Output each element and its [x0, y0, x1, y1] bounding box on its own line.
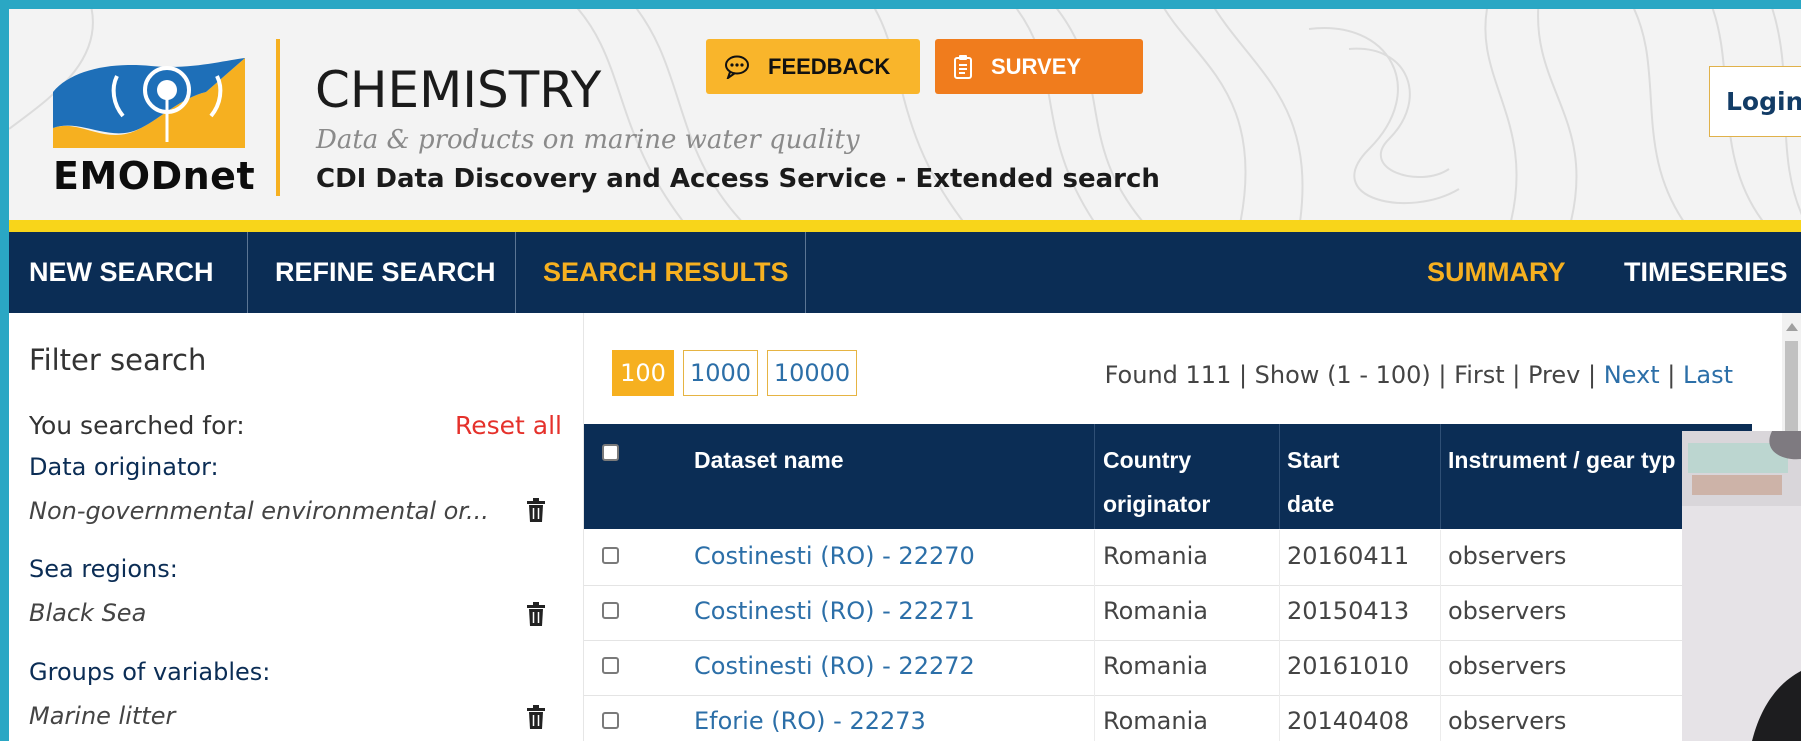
survey-button[interactable]: SURVEY	[935, 39, 1143, 94]
webcam-feed	[1682, 431, 1801, 741]
next-page-link[interactable]: Next	[1604, 361, 1660, 389]
country-cell: Romania	[1103, 652, 1208, 680]
header-divider	[1440, 424, 1441, 529]
feedback-button[interactable]: FEEDBACK	[706, 39, 920, 94]
nav-timeseries[interactable]: TIMESERIES	[1604, 232, 1801, 313]
last-page-link[interactable]: Last	[1683, 361, 1733, 389]
dataset-link[interactable]: Costinesti (RO) - 22272	[694, 652, 975, 680]
instrument-cell: observers	[1448, 597, 1567, 625]
column-divider	[1279, 530, 1280, 585]
column-divider	[1094, 530, 1095, 585]
column-divider	[1279, 640, 1280, 695]
trash-icon[interactable]	[526, 497, 546, 523]
column-divider	[1440, 640, 1441, 695]
nav-new-search[interactable]: NEW SEARCH	[9, 232, 248, 313]
site-header: EMODnet CHEMISTRY Data & products on mar…	[9, 9, 1801, 220]
column-divider	[1094, 695, 1095, 741]
header-accent-bar	[9, 220, 1801, 232]
filter-value: Black Sea	[29, 599, 147, 627]
column-divider	[1440, 530, 1441, 585]
filter-value: Marine litter	[29, 702, 176, 730]
logo-divider	[276, 39, 280, 196]
reset-all-link[interactable]: Reset all	[455, 411, 562, 440]
col-dataset-name[interactable]: Dataset name	[694, 438, 844, 482]
results-panel: 100 1000 10000 Found 111 | Show (1 - 100…	[584, 313, 1801, 741]
column-divider	[1440, 695, 1441, 741]
select-all-checkbox[interactable]	[602, 444, 619, 461]
clipboard-icon	[954, 54, 972, 79]
dataset-link[interactable]: Eforie (RO) - 22273	[694, 707, 926, 735]
row-checkbox[interactable]	[602, 657, 619, 674]
table-row: Costinesti (RO) - 22271 Romania 20150413…	[584, 585, 1752, 641]
row-checkbox[interactable]	[602, 547, 619, 564]
country-cell: Romania	[1103, 542, 1208, 570]
service-title: CDI Data Discovery and Access Service - …	[316, 164, 1160, 194]
header-divider	[1279, 424, 1280, 529]
country-cell: Romania	[1103, 597, 1208, 625]
page-size-100-button[interactable]: 100	[612, 350, 674, 396]
app-title: CHEMISTRY	[315, 61, 602, 119]
pager-info: Found 111 | Show (1 - 100) | First | Pre…	[1105, 361, 1733, 389]
instrument-cell: observers	[1448, 707, 1567, 735]
survey-label: SURVEY	[991, 53, 1082, 79]
webcam-overlay	[1682, 431, 1801, 741]
searched-for-label: You searched for:	[29, 411, 245, 440]
instrument-cell: observers	[1448, 542, 1567, 570]
column-divider	[1279, 585, 1280, 640]
start-date-cell: 20150413	[1287, 597, 1410, 625]
nav-refine-search[interactable]: REFINE SEARCH	[248, 232, 516, 313]
col-country-line1[interactable]: Country	[1103, 438, 1191, 482]
start-date-cell: 20160411	[1287, 542, 1410, 570]
table-row: Costinesti (RO) - 22270 Romania 20160411…	[584, 530, 1752, 586]
dataset-link[interactable]: Costinesti (RO) - 22270	[694, 542, 975, 570]
row-checkbox[interactable]	[602, 712, 619, 729]
feedback-label: FEEDBACK	[768, 53, 891, 79]
header-divider	[1094, 424, 1095, 529]
col-start-line1[interactable]: Start	[1287, 438, 1339, 482]
table-row: Eforie (RO) - 22273 Romania 20140408 obs…	[584, 695, 1752, 741]
chat-bubble-icon	[725, 55, 749, 79]
nav-search-results[interactable]: SEARCH RESULTS	[516, 232, 806, 313]
page-size-1000-button[interactable]: 1000	[683, 350, 758, 396]
start-date-cell: 20161010	[1287, 652, 1410, 680]
main-nav: NEW SEARCH REFINE SEARCH SEARCH RESULTS …	[9, 232, 1801, 313]
start-date-cell: 20140408	[1287, 707, 1410, 735]
column-divider	[1440, 585, 1441, 640]
login-button[interactable]: Login	[1709, 66, 1801, 137]
filter-label: Sea regions:	[29, 555, 178, 583]
filter-label: Data originator:	[29, 453, 219, 481]
row-checkbox[interactable]	[602, 602, 619, 619]
filter-title: Filter search	[29, 343, 207, 377]
country-cell: Romania	[1103, 707, 1208, 735]
col-start-line2[interactable]: date	[1287, 482, 1334, 526]
nav-summary[interactable]: SUMMARY	[1407, 232, 1577, 313]
trash-icon[interactable]	[526, 704, 546, 730]
col-instrument[interactable]: Instrument / gear typ	[1448, 438, 1675, 482]
found-count-text: Found 111 | Show (1 - 100) | First | Pre…	[1104, 361, 1597, 389]
filter-value: Non-governmental environmental or...	[29, 497, 489, 525]
browser-page: EMODnet CHEMISTRY Data & products on mar…	[9, 9, 1801, 741]
dataset-link[interactable]: Costinesti (RO) - 22271	[694, 597, 975, 625]
table-row: Costinesti (RO) - 22272 Romania 20161010…	[584, 640, 1752, 696]
results-table-header: Dataset name Country originator Start da…	[584, 424, 1752, 529]
filter-label: Groups of variables:	[29, 658, 271, 686]
column-divider	[1279, 695, 1280, 741]
app-subtitle: Data & products on marine water quality	[316, 125, 860, 155]
instrument-cell: observers	[1448, 652, 1567, 680]
logo-wordmark: EMODnet	[53, 154, 256, 198]
trash-icon[interactable]	[526, 601, 546, 627]
scroll-up-arrow-icon[interactable]	[1786, 323, 1798, 331]
column-divider	[1094, 640, 1095, 695]
pager-separator: |	[1667, 361, 1676, 389]
col-country-line2[interactable]: originator	[1103, 482, 1210, 526]
column-divider	[1094, 585, 1095, 640]
page-size-10000-button[interactable]: 10000	[767, 350, 857, 396]
filter-sidebar: Filter search You searched for: Reset al…	[9, 313, 584, 741]
